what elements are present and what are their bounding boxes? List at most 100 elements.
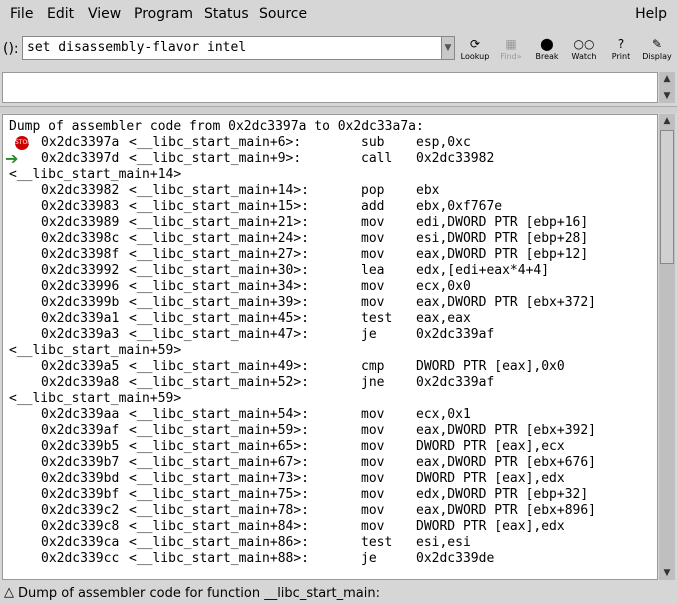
insn-addr[interactable]: 0x2dc33996 [41, 279, 119, 295]
data-panel[interactable] [2, 72, 658, 103]
menu-view[interactable]: View [88, 6, 121, 22]
insn-addr[interactable]: 0x2dc339c8 [41, 519, 119, 535]
scroll-down-icon[interactable]: ▼ [659, 566, 675, 580]
breakpoint-stop-icon[interactable]: STOP [15, 136, 31, 150]
insn-addr[interactable]: 0x2dc33989 [41, 215, 119, 231]
insn-mn: mov [361, 279, 385, 294]
insn-sym: <__libc_start_main+78>: [129, 503, 310, 518]
lookup-icon: ⟳ [469, 37, 481, 51]
insn-op: DWORD PTR [eax],0x0 [416, 359, 565, 374]
insn-mn: lea [361, 263, 385, 278]
find-button[interactable]: ▦ Find» [492, 36, 530, 64]
execution-position-arrow-icon: ➔ [5, 149, 19, 168]
menu-status[interactable]: Status [204, 6, 249, 22]
insn-mn: test [361, 535, 393, 550]
insn-addr[interactable]: 0x2dc33983 [41, 199, 119, 215]
watch-button[interactable]: ○○ Watch [565, 36, 603, 64]
insn-addr[interactable]: 0x2dc339a5 [41, 359, 119, 375]
find-icon: ▦ [505, 37, 517, 51]
menu-file[interactable]: File [10, 6, 33, 22]
insn-mn: je [361, 551, 377, 566]
pane-divider[interactable] [0, 106, 677, 113]
insn-addr[interactable]: 0x2dc33992 [41, 263, 119, 279]
break-button[interactable]: ⬤ Break [528, 36, 566, 64]
insn-sym: <__libc_start_main+21>: [129, 215, 310, 230]
display-button[interactable]: ✎ Display [638, 36, 676, 64]
menu-source[interactable]: Source [259, 6, 307, 22]
insn-mn: mov [361, 407, 385, 422]
insn-mn: pop [361, 183, 385, 198]
scroll-down-icon[interactable]: ▼ [659, 89, 675, 103]
print-button[interactable]: ? Print [602, 36, 640, 64]
lookup-button[interactable]: ⟳ Lookup [456, 36, 494, 64]
insn-sym: <__libc_start_main+88>: [129, 551, 310, 566]
insn-addr[interactable]: 0x2dc339aa [41, 407, 119, 423]
insn-mn: mov [361, 231, 385, 246]
insn-sym: <__libc_start_main+73>: [129, 471, 310, 486]
insn-op: 0x2dc339de [416, 551, 495, 566]
lookup-label: Lookup [460, 52, 490, 61]
insn-addr[interactable]: 0x2dc339bd [41, 471, 119, 487]
insn-sym: <__libc_start_main+14>: [129, 183, 310, 198]
jump-label: <__libc_start_main+59> [9, 343, 182, 358]
insn-op: 0x2dc33982 [416, 151, 495, 166]
insn-mn: jne [361, 375, 385, 390]
insn-addr[interactable]: 0x2dc3397a [41, 135, 119, 151]
insn-op: eax,DWORD PTR [ebx+896] [416, 503, 597, 518]
insn-op: eax,DWORD PTR [ebx+676] [416, 455, 597, 470]
menu-edit[interactable]: Edit [47, 6, 74, 22]
scroll-up-icon[interactable]: ▲ [659, 114, 675, 128]
scroll-thumb[interactable] [660, 130, 674, 264]
insn-addr[interactable]: 0x2dc339a3 [41, 327, 119, 343]
watch-icon: ○○ [573, 37, 595, 51]
insn-op: ecx,0x1 [416, 407, 471, 422]
insn-mn: mov [361, 295, 385, 310]
command-input[interactable]: set disassembly-flavor intel [22, 36, 442, 60]
menu-bar: File Edit View Program Status Source Hel… [0, 0, 677, 31]
command-history-dropdown[interactable]: ▼ [441, 36, 455, 60]
insn-addr[interactable]: 0x2dc339cc [41, 551, 119, 567]
menu-help[interactable]: Help [635, 6, 667, 22]
insn-mn: mov [361, 247, 385, 262]
data-panel-scrollbar[interactable]: ▲ ▼ [659, 72, 675, 103]
break-icon: ⬤ [540, 37, 554, 51]
insn-op: eax,eax [416, 311, 471, 326]
insn-addr[interactable]: 0x2dc339a1 [41, 311, 119, 327]
dump-header: Dump of assembler code from 0x2dc3397a t… [9, 119, 424, 134]
insn-sym: <__libc_start_main+59>: [129, 423, 310, 438]
insn-sym: <__libc_start_main+86>: [129, 535, 310, 550]
insn-mn: mov [361, 423, 385, 438]
insn-addr[interactable]: 0x2dc33982 [41, 183, 119, 199]
insn-op: eax,DWORD PTR [ebx+392] [416, 423, 597, 438]
insn-addr[interactable]: 0x2dc3398c [41, 231, 119, 247]
scroll-up-icon[interactable]: ▲ [659, 72, 675, 86]
insn-addr[interactable]: 0x2dc339ca [41, 535, 119, 551]
insn-sym: <__libc_start_main+15>: [129, 199, 310, 214]
source-scrollbar[interactable]: ▲ ▼ [659, 114, 675, 580]
insn-addr[interactable]: 0x2dc339af [41, 423, 119, 439]
insn-addr[interactable]: 0x2dc339a8 [41, 375, 119, 391]
insn-op: eax,DWORD PTR [ebp+12] [416, 247, 589, 262]
insn-addr[interactable]: 0x2dc339b5 [41, 439, 119, 455]
insn-sym: <__libc_start_main+27>: [129, 247, 310, 262]
insn-addr[interactable]: 0x2dc339c2 [41, 503, 119, 519]
display-label: Display [642, 52, 672, 61]
insn-sym: <__libc_start_main+75>: [129, 487, 310, 502]
status-triangle-icon[interactable]: △ [4, 585, 14, 600]
insn-addr[interactable]: 0x2dc339b7 [41, 455, 119, 471]
insn-addr[interactable]: 0x2dc339bf [41, 487, 119, 503]
insn-addr[interactable]: 0x2dc3397d [41, 151, 119, 167]
insn-sym: <__libc_start_main+6>: [129, 135, 302, 150]
insn-op: esp,0xc [416, 135, 471, 150]
insn-op: 0x2dc339af [416, 327, 495, 342]
insn-sym: <__libc_start_main+24>: [129, 231, 310, 246]
insn-addr[interactable]: 0x2dc3398f [41, 247, 119, 263]
insn-sym: <__libc_start_main+30>: [129, 263, 310, 278]
break-label: Break [535, 52, 559, 61]
insn-op: esi,esi [416, 535, 471, 550]
source-window[interactable]: Dump of assembler code from 0x2dc3397a t… [2, 114, 658, 580]
insn-addr[interactable]: 0x2dc3399b [41, 295, 119, 311]
menu-program[interactable]: Program [134, 6, 193, 22]
insn-op: eax,DWORD PTR [ebx+372] [416, 295, 597, 310]
insn-mn: add [361, 199, 385, 214]
